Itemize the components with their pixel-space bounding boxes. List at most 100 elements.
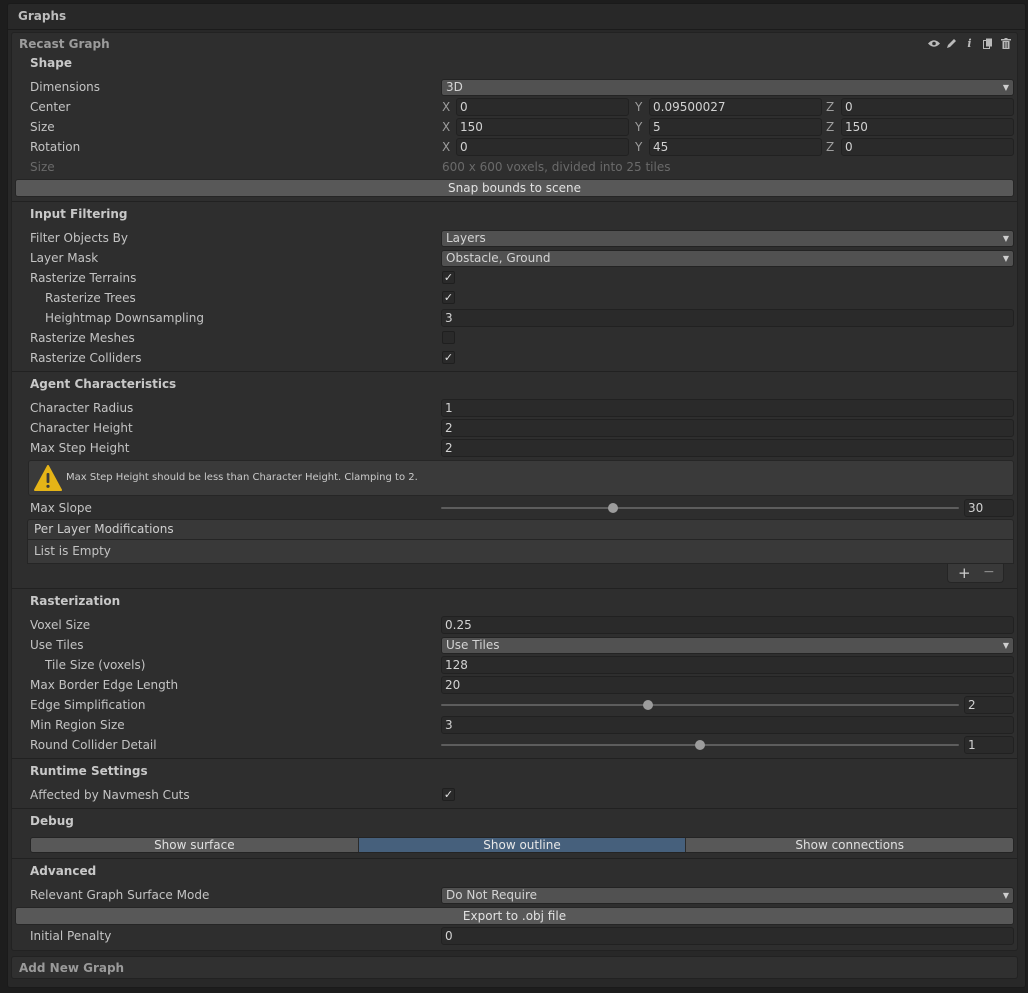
axis-y-label: Y	[635, 100, 643, 114]
layer-mask-label: Layer Mask	[30, 251, 99, 265]
section-agent: Agent Characteristics	[30, 377, 177, 391]
edge-simplification-slider-track[interactable]	[441, 704, 959, 706]
height-label: Character Height	[30, 421, 133, 435]
snap-bounds-button[interactable]: Snap bounds to scene	[15, 179, 1014, 197]
list-footer: + −	[947, 564, 1004, 583]
initial-penalty-label: Initial Penalty	[30, 929, 112, 943]
warning-message: Max Step Height should be less than Char…	[66, 472, 418, 483]
center-z-field[interactable]: 0	[841, 98, 1014, 116]
use-tiles-value: Use Tiles	[446, 638, 500, 652]
list-empty-text: List is Empty	[34, 544, 111, 558]
divider	[12, 201, 1017, 202]
tab-show-surface[interactable]: Show surface	[31, 838, 359, 852]
filter-by-dropdown[interactable]: Layers ▼	[441, 230, 1014, 247]
edge-simplification-label: Edge Simplification	[30, 698, 146, 712]
tab-show-connections[interactable]: Show connections	[686, 838, 1013, 852]
surface-mode-value: Do Not Require	[446, 888, 538, 902]
voxel-size-field[interactable]: 0.25	[441, 616, 1014, 634]
edge-simplification-field[interactable]: 2	[964, 696, 1014, 714]
chevron-down-icon: ▼	[1002, 234, 1009, 243]
chevron-down-icon: ▼	[1002, 891, 1009, 900]
size-info-label: Size	[30, 160, 55, 174]
tile-size-field[interactable]: 128	[441, 656, 1014, 674]
height-field[interactable]: 2	[441, 419, 1014, 437]
warning-icon	[34, 465, 62, 491]
size-y-field[interactable]: 5	[649, 118, 822, 136]
dimensions-label: Dimensions	[30, 80, 101, 94]
voxel-size-label: Voxel Size	[30, 618, 91, 632]
max-slope-slider-track[interactable]	[441, 507, 959, 509]
chevron-down-icon: ▼	[1002, 254, 1009, 263]
axis-x-label: X	[442, 100, 451, 114]
rasterize-terrains-checkbox[interactable]: ✓	[442, 271, 455, 284]
axis-y-label: Y	[635, 140, 643, 154]
border-edge-label: Max Border Edge Length	[30, 678, 179, 692]
graph-header-icons: i	[926, 36, 1013, 51]
trash-icon[interactable]	[998, 36, 1013, 51]
size-z-field[interactable]: 150	[841, 118, 1014, 136]
surface-mode-dropdown[interactable]: Do Not Require ▼	[441, 887, 1014, 904]
rasterize-meshes-checkbox[interactable]	[442, 331, 455, 344]
rasterize-trees-checkbox[interactable]: ✓	[442, 291, 455, 304]
use-tiles-dropdown[interactable]: Use Tiles ▼	[441, 637, 1014, 654]
size-x-field[interactable]: 150	[456, 118, 629, 136]
per-layer-list-header[interactable]: Per Layer Modifications	[27, 519, 1014, 540]
remove-item-button[interactable]: −	[983, 564, 995, 580]
section-advanced: Advanced	[30, 864, 97, 878]
border-edge-field[interactable]: 20	[441, 676, 1014, 694]
heightmap-field[interactable]: 3	[441, 309, 1014, 327]
max-slope-field[interactable]: 30	[964, 499, 1014, 517]
info-icon[interactable]: i	[962, 36, 977, 51]
size-label: Size	[30, 120, 55, 134]
size-info-value: 600 x 600 voxels, divided into 25 tiles	[442, 160, 671, 174]
round-collider-slider-thumb[interactable]	[695, 740, 705, 750]
divider	[12, 858, 1017, 859]
center-x-field[interactable]: 0	[456, 98, 629, 116]
chevron-down-icon: ▼	[1002, 641, 1009, 650]
add-item-button[interactable]: +	[958, 564, 971, 582]
debug-tabs: Show surface Show outline Show connectio…	[30, 837, 1014, 853]
section-runtime: Runtime Settings	[30, 764, 148, 778]
radius-field[interactable]: 1	[441, 399, 1014, 417]
axis-y-label: Y	[635, 120, 643, 134]
initial-penalty-field[interactable]: 0	[441, 927, 1014, 945]
round-collider-field[interactable]: 1	[964, 736, 1014, 754]
rotation-label: Rotation	[30, 140, 81, 154]
chevron-down-icon: ▼	[1002, 83, 1009, 92]
add-new-graph-button[interactable]: Add New Graph	[11, 956, 1018, 979]
tab-show-outline[interactable]: Show outline	[358, 838, 687, 852]
export-obj-button[interactable]: Export to .obj file	[15, 907, 1014, 925]
heightmap-label: Heightmap Downsampling	[45, 311, 204, 325]
section-input-filtering: Input Filtering	[30, 207, 128, 221]
rasterize-colliders-checkbox[interactable]: ✓	[442, 351, 455, 364]
divider	[12, 371, 1017, 372]
center-y-field[interactable]: 0.09500027	[649, 98, 822, 116]
rotation-x-field[interactable]: 0	[456, 138, 629, 156]
round-collider-label: Round Collider Detail	[30, 738, 157, 752]
dimensions-dropdown[interactable]: 3D ▼	[441, 79, 1014, 96]
rotation-z-field[interactable]: 0	[841, 138, 1014, 156]
pencil-icon[interactable]	[944, 36, 959, 51]
duplicate-icon[interactable]	[980, 36, 995, 51]
eye-icon[interactable]	[926, 36, 941, 51]
rotation-y-field[interactable]: 45	[649, 138, 822, 156]
axis-z-label: Z	[826, 120, 835, 134]
layer-mask-dropdown[interactable]: Obstacle, Ground ▼	[441, 250, 1014, 267]
min-region-field[interactable]: 3	[441, 716, 1014, 734]
radius-label: Character Radius	[30, 401, 134, 415]
graph-title[interactable]: Recast Graph	[19, 37, 110, 51]
layer-mask-value: Obstacle, Ground	[446, 251, 551, 265]
navmesh-cuts-checkbox[interactable]: ✓	[442, 788, 455, 801]
per-layer-list-body: List is Empty	[27, 540, 1014, 564]
step-height-label: Max Step Height	[30, 441, 130, 455]
per-layer-label: Per Layer Modifications	[34, 522, 174, 536]
rasterize-colliders-label: Rasterize Colliders	[30, 351, 142, 365]
panel-title: Graphs	[18, 9, 67, 23]
axis-z-label: Z	[826, 100, 835, 114]
step-height-field[interactable]: 2	[441, 439, 1014, 457]
rasterize-terrains-label: Rasterize Terrains	[30, 271, 137, 285]
divider	[12, 808, 1017, 809]
rasterize-trees-label: Rasterize Trees	[45, 291, 136, 305]
tile-size-label: Tile Size (voxels)	[45, 658, 146, 672]
min-region-label: Min Region Size	[30, 718, 125, 732]
